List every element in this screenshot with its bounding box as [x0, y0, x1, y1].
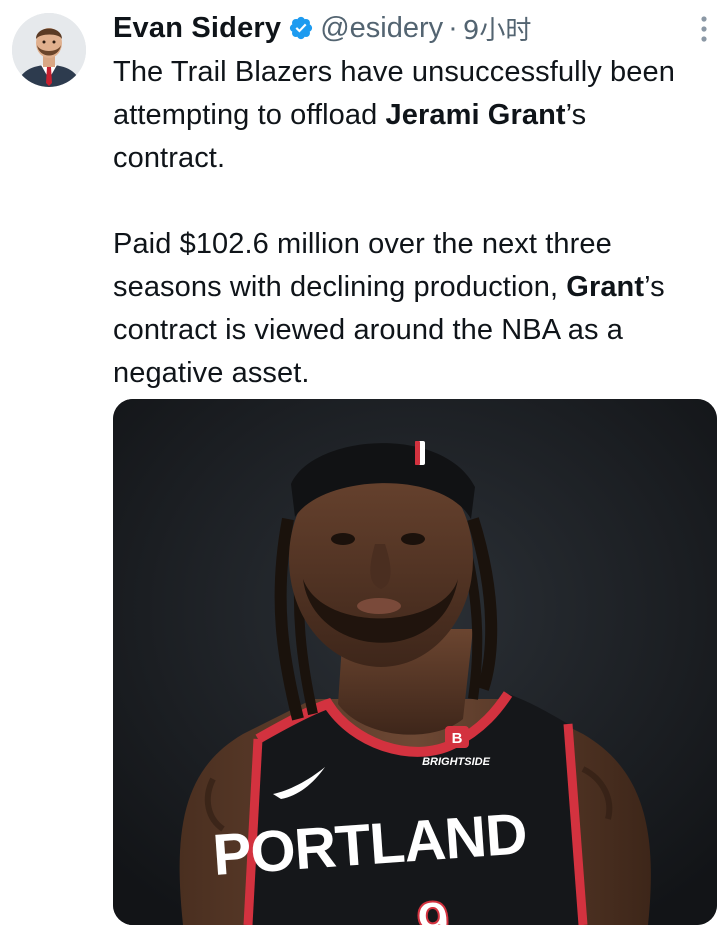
tweet-media-photo[interactable]: B BRIGHTSIDE PORTLAND 9 — [113, 399, 717, 925]
author-handle[interactable]: @esidery — [320, 12, 443, 45]
tweet-paragraph-1: The Trail Blazers have unsuccessfully be… — [113, 51, 693, 180]
avatar-photo-icon — [12, 13, 86, 87]
display-name[interactable]: Evan Sidery — [113, 12, 281, 45]
tweet-text: The Trail Blazers have unsuccessfully be… — [113, 51, 693, 395]
more-vertical-icon[interactable] — [699, 14, 709, 44]
verified-badge-icon — [288, 15, 314, 41]
text-segment: Paid $102.6 million over the next three … — [113, 228, 612, 303]
tweet-header: Evan Sidery @esidery · 9小时 — [113, 8, 531, 48]
sponsor-text: BRIGHTSIDE — [422, 756, 491, 768]
separator-dot: · — [448, 11, 458, 44]
avatar[interactable] — [12, 13, 86, 87]
sponsor-badge-text: B — [452, 730, 463, 747]
tweet-card[interactable]: Evan Sidery @esidery · 9小时 The Trail Bla… — [0, 0, 727, 930]
bold-name: Grant — [566, 271, 645, 303]
player-photo: B BRIGHTSIDE PORTLAND 9 — [113, 399, 717, 925]
jersey-number: 9 — [416, 890, 449, 925]
tweet-timestamp[interactable]: 9小时 — [463, 10, 532, 47]
bold-name: Jerami Grant — [385, 99, 566, 131]
tweet-paragraph-2: Paid $102.6 million over the next three … — [113, 223, 693, 395]
